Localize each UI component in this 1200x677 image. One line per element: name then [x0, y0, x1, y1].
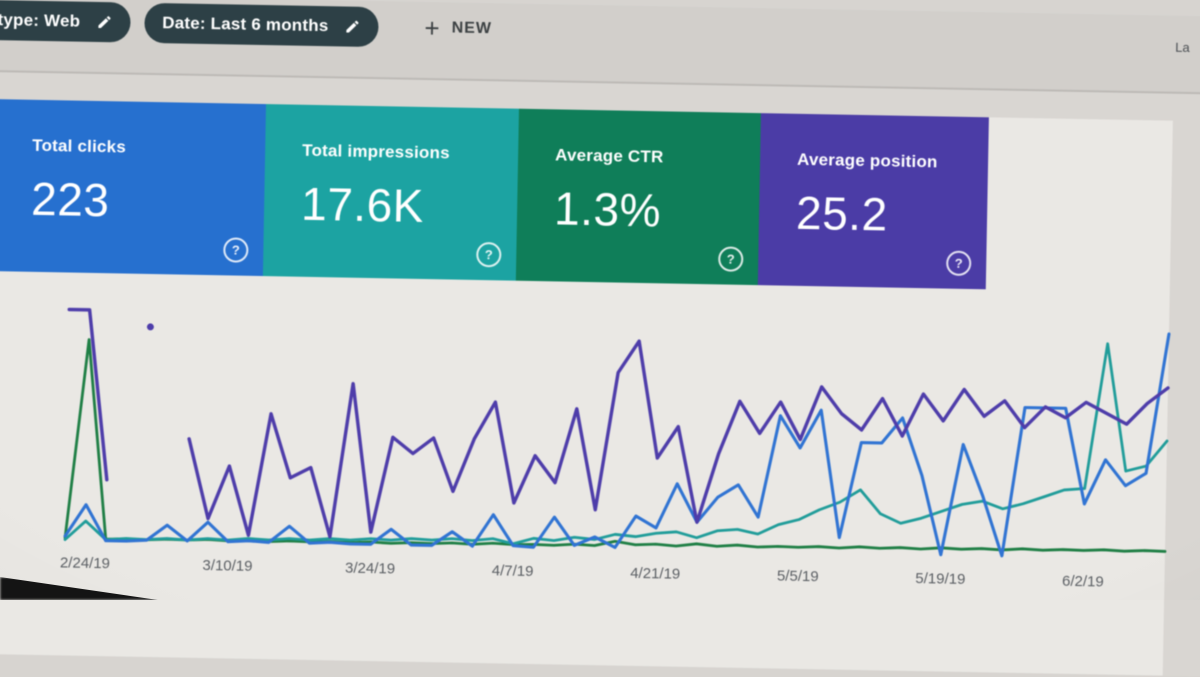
x-axis-tick-label: 4/7/19	[492, 562, 534, 580]
x-axis-tick-label: 3/24/19	[345, 560, 395, 578]
screen-photo: type: Web Date: Last 6 months + NEW La T…	[0, 0, 1200, 677]
help-icon[interactable]: ?	[223, 237, 248, 262]
series-position	[66, 310, 110, 480]
new-filter-button-label: NEW	[451, 19, 492, 38]
metric-cards-row: Total clicks 223 ? Total impressions 17.…	[0, 99, 1173, 293]
performance-panel: Total clicks 223 ? Total impressions 17.…	[0, 99, 1173, 675]
series-clicks	[65, 314, 1169, 560]
average-ctr-card[interactable]: Average CTR 1.3% ?	[516, 109, 761, 285]
last-updated-cutoff-text: La	[1175, 40, 1190, 55]
series-impressions	[65, 325, 1169, 560]
total-clicks-label: Total clicks	[32, 136, 265, 160]
total-impressions-label: Total impressions	[302, 141, 518, 165]
x-axis-tick-label: 4/21/19	[630, 565, 680, 583]
edit-pencil-icon[interactable]	[344, 19, 360, 35]
help-icon[interactable]: ?	[476, 242, 501, 267]
performance-chart	[65, 281, 1170, 563]
total-impressions-value: 17.6K	[301, 177, 518, 235]
plus-icon: +	[424, 15, 440, 41]
series-position	[187, 333, 1168, 552]
average-position-card[interactable]: Average position 25.2 ?	[758, 113, 989, 289]
help-icon[interactable]: ?	[946, 251, 971, 276]
search-type-filter-chip[interactable]: type: Web	[0, 0, 131, 43]
chart-x-axis: 2/24/193/10/193/24/194/7/194/21/195/5/19…	[64, 554, 1164, 596]
average-ctr-value: 1.3%	[554, 181, 760, 239]
date-filter-label: Date: Last 6 months	[162, 13, 329, 36]
total-impressions-card[interactable]: Total impressions 17.6K ?	[263, 104, 519, 281]
average-position-value: 25.2	[796, 186, 988, 243]
performance-chart-svg	[65, 281, 1170, 563]
edit-pencil-icon[interactable]	[96, 14, 112, 30]
date-filter-chip[interactable]: Date: Last 6 months	[144, 3, 379, 47]
total-clicks-value: 223	[31, 172, 265, 230]
average-position-label: Average position	[797, 150, 988, 173]
average-ctr-label: Average CTR	[555, 145, 760, 169]
total-clicks-card[interactable]: Total clicks 223 ?	[0, 99, 266, 276]
new-filter-button[interactable]: + NEW	[424, 15, 492, 42]
x-axis-tick-label: 6/2/19	[1062, 573, 1104, 591]
x-axis-tick-label: 5/5/19	[777, 568, 819, 586]
x-axis-tick-label: 5/19/19	[915, 570, 965, 588]
x-axis-tick-label: 2/24/19	[60, 554, 110, 572]
series-position	[147, 323, 154, 330]
x-axis-tick-label: 3/10/19	[202, 557, 252, 575]
search-type-filter-label: type: Web	[0, 10, 80, 32]
help-icon[interactable]: ?	[718, 246, 743, 271]
